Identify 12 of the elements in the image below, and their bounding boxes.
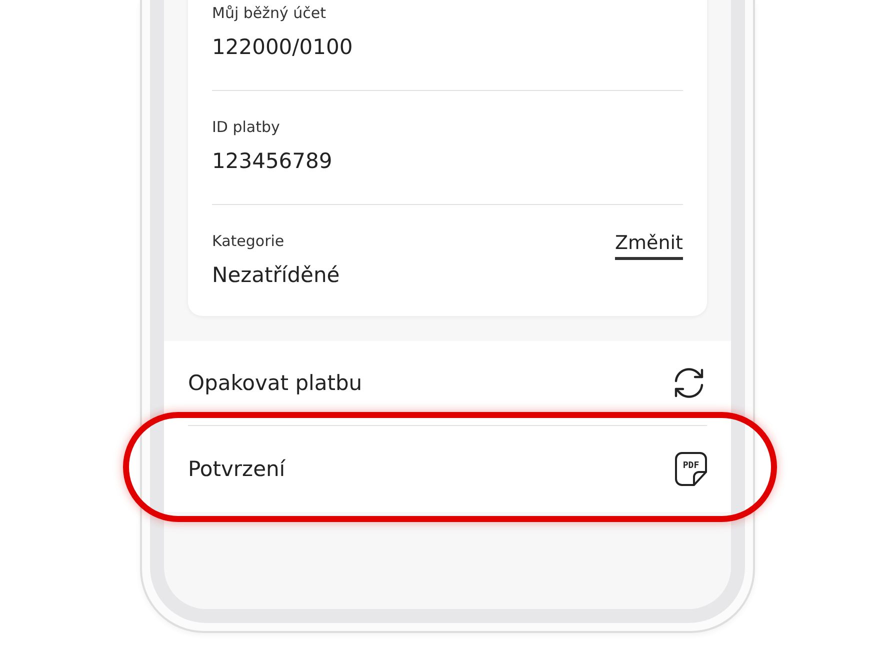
field-label: ID platby (212, 117, 281, 137)
action-label: Potvrzení (188, 457, 286, 481)
field-label: Můj běžný účet (212, 3, 328, 23)
action-label: Opakovat platbu (188, 371, 362, 395)
field-value: 123456789 (212, 148, 332, 175)
change-link[interactable]: Změnit (615, 231, 683, 260)
action-row[interactable]: Opakovat platbu (164, 341, 731, 425)
action-row[interactable]: Potvrzení PDF (164, 425, 731, 512)
pdf-file-icon: PDF (675, 452, 707, 486)
field-value: 122000/0100 (212, 34, 353, 61)
field-label: Kategorie (212, 231, 286, 251)
field-value: Nezatříděné (212, 262, 340, 289)
